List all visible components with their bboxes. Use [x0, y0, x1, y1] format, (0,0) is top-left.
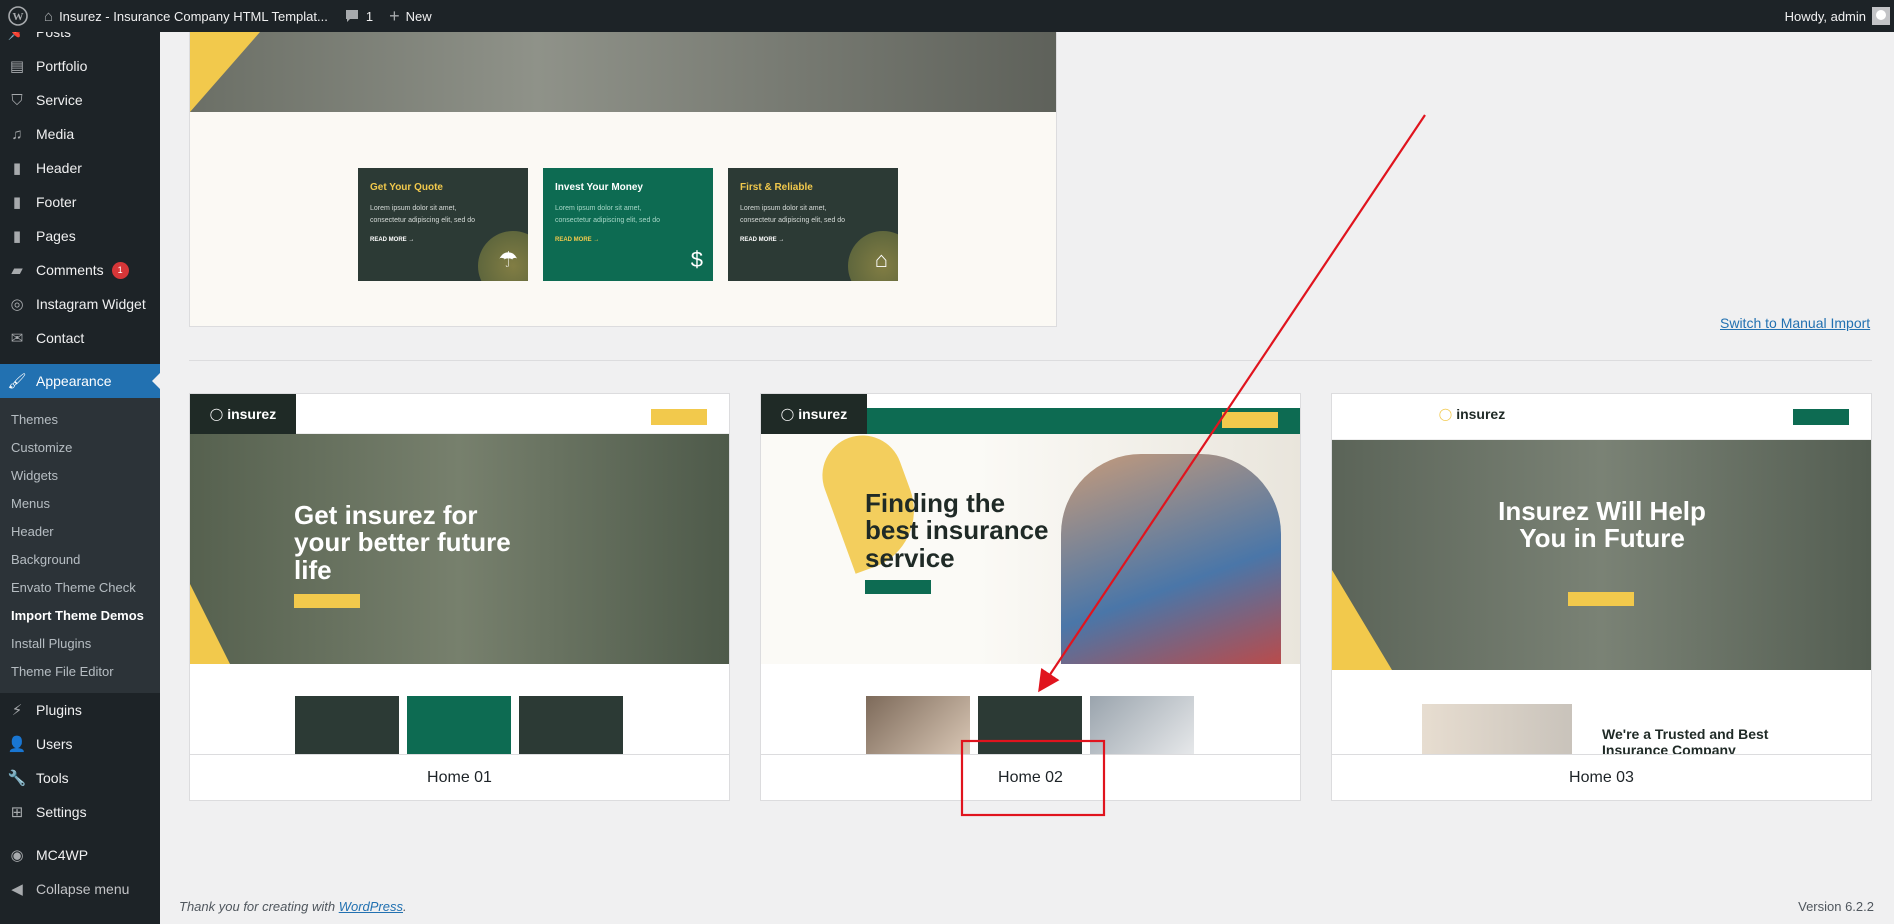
menu-service[interactable]: ⛉ Service — [0, 83, 160, 117]
demo-preview-expanded[interactable]: Get Your Quote Lorem ipsum dolor sit ame… — [189, 32, 1057, 327]
collapse-menu-button[interactable]: ◀ Collapse menu — [0, 872, 160, 906]
demo-name[interactable]: Home 02 — [761, 754, 1300, 800]
submenu-envato-theme-check[interactable]: Envato Theme Check — [0, 573, 160, 601]
submenu-header[interactable]: Header — [0, 517, 160, 545]
collapse-icon: ◀ — [11, 881, 23, 898]
menu-pages[interactable]: ▮ Pages — [0, 219, 160, 253]
demo-card-home-02[interactable]: ◯ insurez Finding the best insurance serv… — [760, 393, 1301, 801]
demo-card-home-03[interactable]: ◯ insurez Insurez Will Help You in Future… — [1331, 393, 1872, 801]
comments-badge: 1 — [111, 261, 129, 279]
umbrella-icon: ☂ — [498, 247, 518, 272]
submenu-install-plugins[interactable]: Install Plugins — [0, 629, 160, 657]
feature-card: Get Your Quote Lorem ipsum dolor sit ame… — [358, 168, 528, 281]
money-hand-icon: $ — [690, 247, 703, 272]
page-icon: ▮ — [12, 160, 22, 177]
avatar — [1872, 7, 1890, 25]
demo-card-home-01[interactable]: ◯ insurez Get insurez for your better fut… — [189, 393, 730, 801]
main-content: Get Your Quote Lorem ipsum dolor sit ame… — [160, 32, 1894, 924]
hero-heading: Get insurez for your better future life — [294, 500, 511, 585]
portfolio-icon: ▤ — [9, 58, 25, 75]
wordpress-logo-icon[interactable]: W — [0, 0, 36, 32]
hero-heading: Finding the best insurance service — [865, 488, 1049, 573]
demo-name[interactable]: Home 03 — [1332, 754, 1871, 800]
preview-feature-cards: Get Your Quote Lorem ipsum dolor sit ame… — [358, 168, 898, 281]
demo-thumbnail: ◯ insurez Get insurez for your better fut… — [190, 394, 729, 754]
admin-sidebar: 📌 Posts ▤ Portfolio ⛉ Service ♫ Media ▮ … — [0, 32, 160, 924]
insurez-logo: ◯ insurez — [1438, 406, 1506, 422]
new-content-link[interactable]: + New — [381, 0, 440, 32]
insurez-logo: ◯ insurez — [190, 394, 296, 434]
menu-contact[interactable]: ✉ Contact — [0, 321, 160, 355]
divider — [189, 360, 1872, 361]
menu-appearance[interactable]: 🖌 Appearance — [0, 364, 160, 398]
new-label: New — [405, 8, 432, 24]
footer-thanks: Thank you for creating with WordPress. — [179, 899, 407, 914]
users-icon: 👤 — [7, 736, 27, 753]
comments-link[interactable]: 1 — [336, 0, 381, 32]
pin-icon: 📌 — [7, 32, 27, 41]
menu-instagram-widget[interactable]: ◎ Instagram Widget — [0, 287, 160, 321]
site-title: Insurez - Insurance Company HTML Templat… — [59, 8, 328, 24]
house-icon: ⌂ — [874, 247, 888, 272]
menu-portfolio[interactable]: ▤ Portfolio — [0, 49, 160, 83]
page-icon: ▮ — [12, 228, 22, 245]
site-name-link[interactable]: ⌂ Insurez - Insurance Company HTML Templ… — [36, 0, 336, 32]
menu-plugins[interactable]: ⚡ Plugins — [0, 693, 160, 727]
paintbrush-icon: 🖌 — [7, 373, 27, 390]
menu-mc4wp[interactable]: ◉ MC4WP — [0, 838, 160, 872]
comments-count: 1 — [365, 8, 374, 24]
comment-icon — [345, 10, 358, 22]
feature-card: Invest Your Money Lorem ipsum dolor sit … — [543, 168, 713, 281]
insurez-logo: ◯ insurez — [761, 394, 867, 434]
mail-icon: ✉ — [10, 330, 24, 347]
svg-text:W: W — [13, 11, 24, 23]
about-heading: We're a Trusted and Best Insurance Compa… — [1602, 726, 1769, 754]
appearance-submenu: Themes Customize Widgets Menus Header Ba… — [0, 398, 160, 693]
menu-settings[interactable]: ⊞ Settings — [0, 795, 160, 829]
submenu-customize[interactable]: Customize — [0, 433, 160, 461]
demo-thumbnail: ◯ insurez Insurez Will Help You in Future… — [1332, 394, 1871, 754]
menu-comments[interactable]: ▰ Comments 1 — [0, 253, 160, 287]
mc4wp-icon: ◉ — [10, 847, 24, 864]
menu-tools[interactable]: 🔧 Tools — [0, 761, 160, 795]
preview-hero-image — [190, 32, 1056, 112]
hero-heading: Insurez Will Help You in Future — [1498, 496, 1706, 554]
submenu-import-theme-demos[interactable]: Import Theme Demos — [0, 601, 160, 629]
comment-icon: ▰ — [11, 262, 23, 279]
home-icon: ⌂ — [44, 7, 54, 25]
my-account-link[interactable]: Howdy, admin — [1777, 0, 1894, 32]
footer-version: Version 6.2.2 — [1798, 899, 1874, 914]
submenu-themes[interactable]: Themes — [0, 405, 160, 433]
feature-card: First & Reliable Lorem ipsum dolor sit a… — [728, 168, 898, 281]
switch-to-manual-import-link[interactable]: Switch to Manual Import — [1720, 315, 1870, 331]
page-icon: ▮ — [12, 194, 22, 211]
settings-icon: ⊞ — [10, 804, 24, 821]
media-icon: ♫ — [11, 125, 23, 143]
menu-users[interactable]: 👤 Users — [0, 727, 160, 761]
demo-thumbnail: ◯ insurez Finding the best insurance serv… — [761, 394, 1300, 754]
plugin-icon: ⚡ — [11, 702, 23, 719]
shield-icon: ⛉ — [11, 91, 23, 109]
menu-posts[interactable]: 📌 Posts — [0, 32, 160, 49]
menu-media[interactable]: ♫ Media — [0, 117, 160, 151]
tools-icon: 🔧 — [7, 770, 27, 787]
demo-name[interactable]: Home 01 — [190, 754, 729, 800]
submenu-theme-file-editor[interactable]: Theme File Editor — [0, 657, 160, 685]
plus-icon: + — [389, 6, 400, 26]
menu-footer[interactable]: ▮ Footer — [0, 185, 160, 219]
submenu-background[interactable]: Background — [0, 545, 160, 573]
wordpress-link[interactable]: WordPress — [339, 899, 403, 914]
submenu-menus[interactable]: Menus — [0, 489, 160, 517]
admin-bar: W ⌂ Insurez - Insurance Company HTML Tem… — [0, 0, 1894, 32]
menu-header[interactable]: ▮ Header — [0, 151, 160, 185]
howdy-text: Howdy, admin — [1784, 8, 1866, 24]
instagram-icon: ◎ — [10, 296, 24, 313]
submenu-widgets[interactable]: Widgets — [0, 461, 160, 489]
